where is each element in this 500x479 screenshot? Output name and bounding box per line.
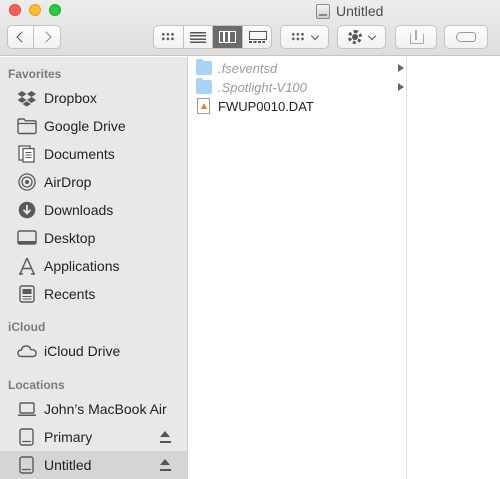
forward-button[interactable]: [34, 26, 60, 48]
minimize-button[interactable]: [29, 4, 41, 16]
disk-icon: [316, 3, 330, 19]
section-title-favorites: Favorites: [8, 67, 62, 81]
list-view-button[interactable]: [184, 26, 213, 48]
icon-view-button[interactable]: [154, 26, 184, 48]
grid-icon: [291, 32, 305, 42]
recents-icon: [19, 285, 35, 303]
sidebar-item-airdrop[interactable]: AirDrop: [0, 168, 187, 196]
list-view-icon: [189, 31, 206, 43]
eject-icon[interactable]: [160, 431, 171, 443]
chevron-down-icon: [367, 31, 377, 40]
sidebar-item-label: Documents: [44, 146, 115, 162]
window-title: Untitled: [316, 2, 383, 20]
chevron-down-icon: [310, 31, 320, 40]
sidebar-item-macbook[interactable]: John’s MacBook Air: [0, 395, 187, 423]
sidebar-item-untitled[interactable]: Untitled: [0, 451, 187, 479]
folder-icon: [17, 118, 37, 135]
sidebar-item-google-drive[interactable]: Google Drive: [0, 112, 187, 140]
sidebar-item-label: Google Drive: [44, 118, 126, 134]
share-icon: [410, 30, 424, 44]
sidebar-item-downloads[interactable]: Downloads: [0, 196, 187, 224]
empty-column: [408, 57, 500, 479]
disk-icon: [19, 456, 34, 474]
cloud-icon: [17, 345, 37, 358]
sidebar-item-primary[interactable]: Primary: [0, 423, 187, 451]
sidebar-item-label: Primary: [44, 429, 93, 445]
file-row-fwup[interactable]: FWUP0010.DAT: [189, 96, 407, 116]
airdrop-icon: [18, 173, 36, 191]
sidebar-item-label: Dropbox: [44, 90, 97, 106]
desktop-icon: [17, 230, 37, 245]
tag-icon: [456, 32, 476, 42]
tag-button[interactable]: [444, 25, 488, 49]
gear-icon: [348, 30, 362, 44]
disclosure-arrow-icon: [398, 64, 404, 72]
file-name: .fseventsd: [218, 60, 278, 76]
eject-icon[interactable]: [160, 459, 171, 471]
file-row-fseventsd[interactable]: .fseventsd: [189, 58, 407, 78]
sidebar: Favorites Dropbox Google Drive Documents…: [0, 57, 188, 479]
back-button[interactable]: [8, 26, 35, 48]
window-title-text: Untitled: [336, 3, 384, 19]
sidebar-item-documents[interactable]: Documents: [0, 140, 187, 168]
sidebar-item-applications[interactable]: Applications: [0, 252, 187, 280]
sidebar-item-label: Desktop: [44, 230, 96, 246]
sidebar-item-dropbox[interactable]: Dropbox: [0, 84, 187, 112]
disk-icon: [19, 428, 34, 446]
document-icon: [197, 98, 210, 114]
chevron-right-icon: [39, 31, 52, 43]
documents-icon: [18, 145, 35, 163]
folder-icon: [196, 78, 212, 94]
toolbar: Untitled: [0, 0, 500, 56]
laptop-icon: [17, 402, 37, 416]
navigation-group: [7, 25, 61, 49]
zoom-button[interactable]: [49, 4, 61, 16]
sidebar-item-icloud-drive[interactable]: iCloud Drive: [0, 337, 187, 365]
file-name: FWUP0010.DAT: [218, 98, 314, 114]
dropbox-icon: [17, 91, 36, 107]
gallery-view-button[interactable]: [243, 26, 272, 48]
file-row-spotlight[interactable]: .Spotlight-V100: [189, 77, 407, 97]
sidebar-item-label: Recents: [44, 286, 96, 302]
action-button[interactable]: [337, 25, 386, 49]
folder-icon: [196, 59, 212, 75]
sidebar-item-desktop[interactable]: Desktop: [0, 224, 187, 252]
icon-view-icon: [161, 32, 176, 42]
column-view-icon: [218, 31, 236, 43]
sidebar-item-label: iCloud Drive: [44, 343, 121, 359]
file-name: .Spotlight-V100: [218, 79, 307, 95]
chevron-left-icon: [16, 31, 28, 43]
file-column: .fseventsd .Spotlight-V100 FWUP0010.DAT: [189, 57, 407, 479]
group-by-button[interactable]: [280, 25, 329, 49]
close-button[interactable]: [9, 4, 21, 16]
disclosure-arrow-icon: [398, 83, 404, 91]
sidebar-item-label: Applications: [44, 258, 120, 274]
column-view-button[interactable]: [213, 26, 243, 48]
sidebar-item-label: Untitled: [44, 457, 92, 473]
sidebar-item-label: AirDrop: [44, 174, 92, 190]
share-button[interactable]: [395, 25, 437, 49]
section-title-locations: Locations: [8, 378, 65, 392]
gallery-view-icon: [248, 31, 267, 43]
sidebar-item-label: Downloads: [44, 202, 114, 218]
sidebar-item-label: John’s MacBook Air: [44, 401, 167, 417]
view-mode-group: [153, 25, 272, 49]
finder-window: Untitled Favorites Dropbox Google Drive …: [0, 0, 500, 479]
downloads-icon: [18, 201, 36, 219]
section-title-icloud: iCloud: [8, 320, 46, 334]
sidebar-item-recents[interactable]: Recents: [0, 280, 187, 308]
applications-icon: [19, 257, 35, 275]
